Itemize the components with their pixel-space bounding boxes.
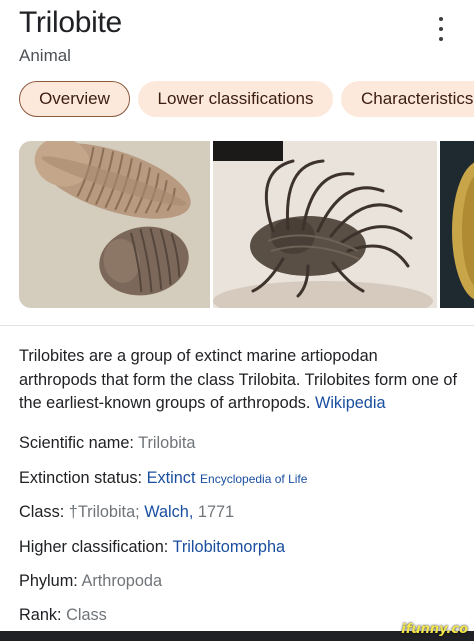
more-options-icon[interactable]: [431, 17, 451, 41]
trilobitomorpha-link[interactable]: Trilobitomorpha: [173, 538, 286, 556]
extinct-link[interactable]: Extinct: [147, 469, 196, 487]
fact-value: Class: [66, 606, 107, 624]
tab-lower-classifications[interactable]: Lower classifications: [138, 81, 333, 117]
trilobite-fossil-photo-3[interactable]: [440, 141, 474, 308]
fact-year: 1771: [197, 503, 235, 521]
fact-value: †Trilobita;: [68, 503, 140, 521]
fact-scientific-name: Scientific name: Trilobita: [19, 434, 195, 453]
fact-class: Class: †Trilobita; Walch, 1771: [19, 503, 234, 522]
walch-link[interactable]: Walch,: [144, 503, 193, 521]
fact-label: Rank:: [19, 606, 62, 624]
fact-extinction-status: Extinction status: Extinct Encyclopedia …: [19, 469, 307, 488]
fact-phylum: Phylum: Arthropoda: [19, 572, 162, 591]
watermark-logo: ifunny.co: [401, 622, 468, 637]
tab-overview[interactable]: Overview: [19, 81, 130, 117]
wikipedia-link[interactable]: Wikipedia: [315, 394, 386, 412]
page-title: Trilobite: [19, 6, 122, 39]
description-text: Trilobites are a group of extinct marine…: [19, 347, 457, 412]
fact-label: Scientific name:: [19, 434, 134, 452]
page-subtitle: Animal: [19, 46, 71, 65]
encyclopedia-of-life-link[interactable]: Encyclopedia of Life: [200, 472, 307, 486]
trilobite-fossil-photo-1[interactable]: [19, 141, 210, 308]
fact-value: Arthropoda: [81, 572, 163, 590]
fact-value: Trilobita: [138, 434, 196, 452]
section-divider: [0, 325, 474, 326]
fact-higher-classification: Higher classification: Trilobitomorpha: [19, 538, 285, 557]
fact-label: Extinction status:: [19, 469, 143, 487]
tab-characteristics[interactable]: Characteristics: [341, 81, 474, 117]
fact-label: Higher classification:: [19, 538, 169, 556]
fact-label: Phylum:: [19, 572, 78, 590]
trilobite-fossil-photo-2[interactable]: [213, 141, 437, 308]
tab-bar: Overview Lower classifications Character…: [19, 81, 474, 119]
image-gallery: [0, 141, 474, 308]
fact-rank: Rank: Class: [19, 606, 107, 625]
fact-label: Class:: [19, 503, 65, 521]
description-paragraph: Trilobites are a group of extinct marine…: [19, 345, 459, 416]
